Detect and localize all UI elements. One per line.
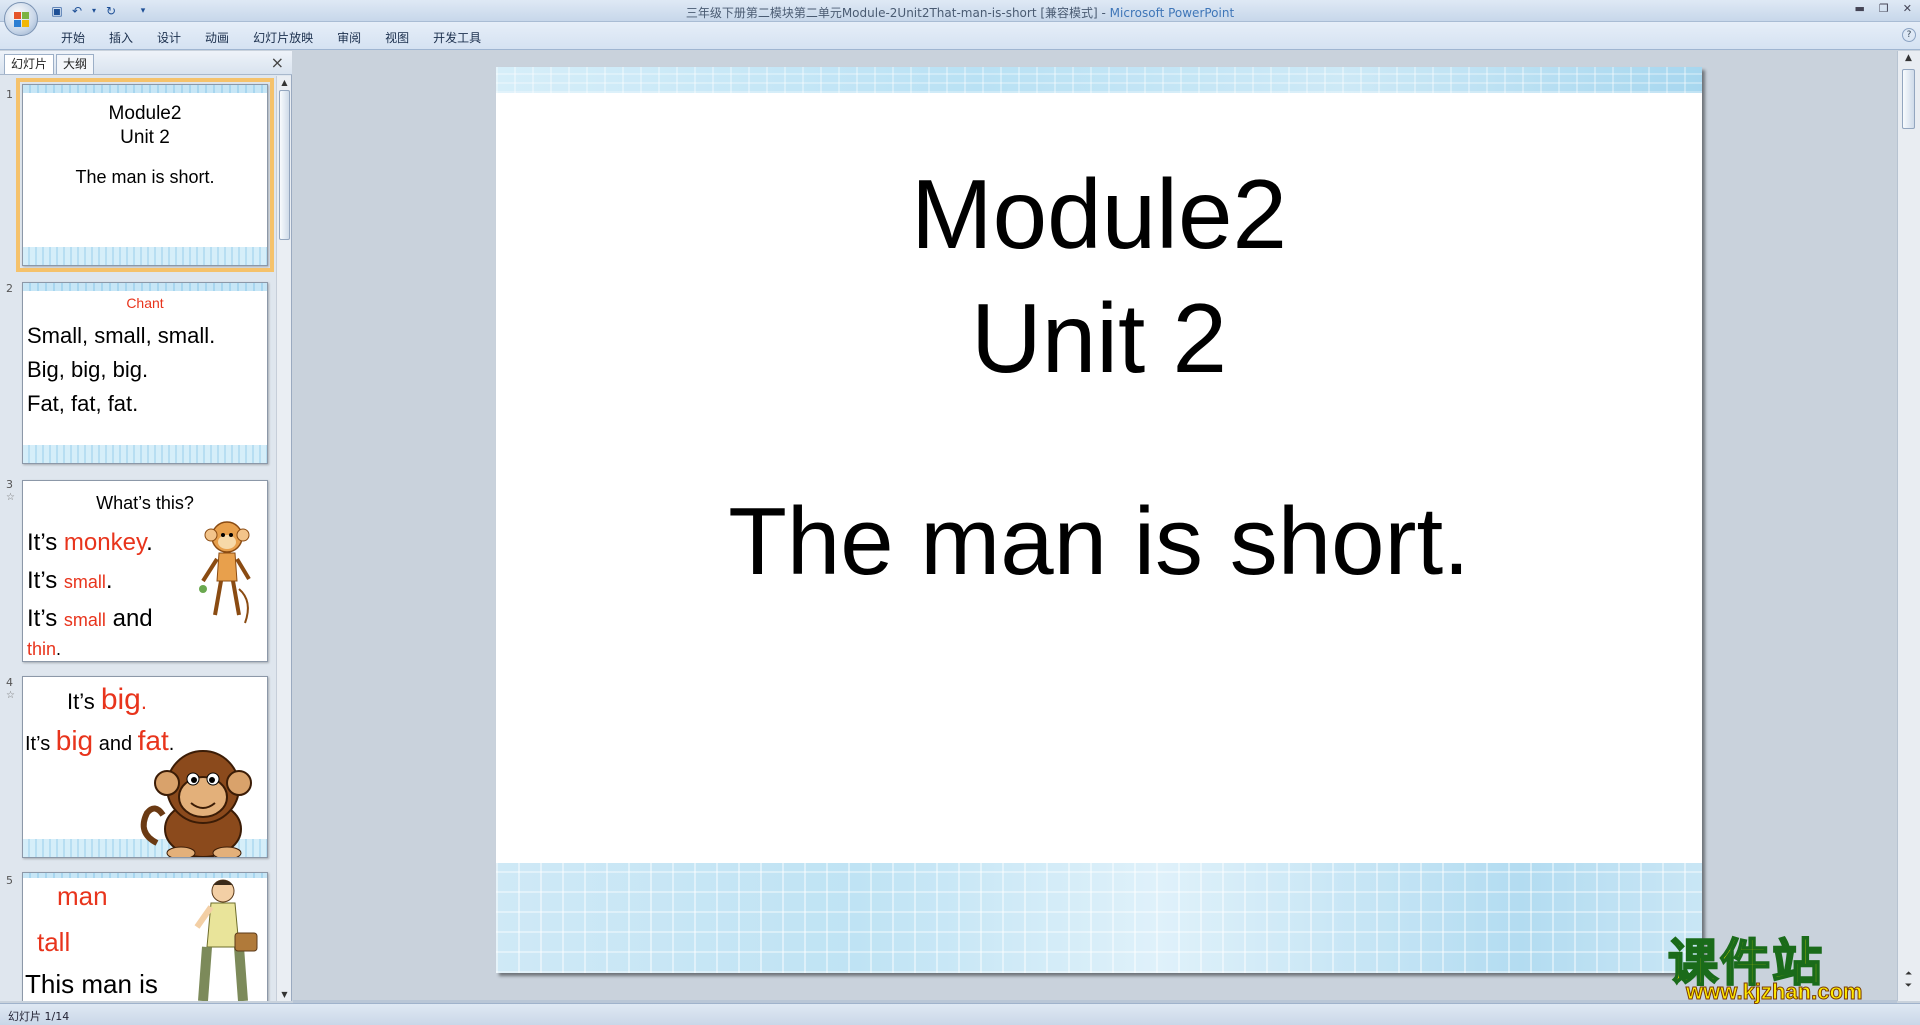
text: It’s: [27, 529, 64, 556]
thumb-footer-band: [23, 445, 267, 463]
text: .: [105, 567, 113, 594]
tab-slides[interactable]: 幻灯片: [4, 54, 55, 74]
tab-view[interactable]: 视图: [374, 29, 422, 46]
watermark-url: www.kjzhan.com: [1685, 979, 1863, 1005]
thumb-footer-band: [23, 247, 267, 265]
thumb-header-band: [23, 283, 267, 291]
slide-number: 3: [6, 478, 13, 491]
document-name: 三年级下册第二模块第二单元Module-2Unit2That-man-is-sh…: [685, 6, 1110, 20]
thumb-line-1: It’s monkey.: [27, 529, 153, 557]
thumb-line-1: It’s big.: [67, 683, 147, 717]
minimize-icon[interactable]: ▬: [1855, 2, 1865, 15]
app-name: Microsoft PowerPoint: [1109, 6, 1235, 20]
slide-header-band: [496, 67, 1702, 93]
text: .: [146, 529, 153, 556]
monkey-illustration: [199, 521, 251, 624]
thumb-title-line-1: Module2: [108, 103, 182, 124]
keyword: small: [63, 610, 106, 630]
tab-home[interactable]: 开始: [50, 29, 98, 46]
slides-panel: 幻灯片 大纲 × 1 Module2 Unit 2 The man is sho…: [0, 51, 292, 1001]
man-illustration: [194, 879, 258, 1001]
thumb-line-3: It’s small and: [27, 605, 153, 633]
current-slide[interactable]: Module2 Unit 2 The man is short.: [496, 67, 1702, 973]
thumb-word-1: man: [57, 881, 108, 911]
panel-scrollbar[interactable]: ▲ ▼: [276, 76, 291, 1001]
slide-thumbnail-3[interactable]: What’s this? It’s monkey. It’s small. It…: [22, 480, 268, 662]
scroll-thumb[interactable]: [1902, 69, 1915, 129]
slide-title-line-2[interactable]: Unit 2: [496, 283, 1702, 393]
slide-subtitle[interactable]: The man is short.: [496, 487, 1702, 597]
text: .: [56, 639, 62, 659]
text: .: [140, 689, 147, 714]
keyword: big: [100, 683, 141, 716]
text: It’s: [67, 689, 101, 714]
slide-thumbnail-1[interactable]: Module2 Unit 2 The man is short.: [16, 78, 274, 272]
keyword: monkey: [63, 529, 147, 556]
keyword: thin: [27, 639, 57, 659]
monkey-cartoon-illustration: [140, 750, 252, 857]
office-button[interactable]: [4, 2, 38, 36]
slide-number: 2: [6, 282, 13, 295]
office-logo-icon: [14, 12, 29, 27]
tab-outline[interactable]: 大纲: [56, 54, 95, 74]
tab-slideshow[interactable]: 幻灯片放映: [242, 29, 326, 46]
tab-review[interactable]: 审阅: [326, 29, 374, 46]
slide-thumbnail-4[interactable]: It’s big. It’s big and fat.: [22, 676, 268, 858]
text: and: [105, 605, 153, 632]
thumb-line-2: Big, big, big.: [27, 357, 149, 382]
animation-star-icon: ☆: [6, 492, 15, 503]
thumb-line-2: It’s small.: [27, 567, 113, 595]
close-window-icon[interactable]: ✕: [1903, 2, 1912, 15]
window-title: 三年级下册第二模块第二单元Module-2Unit2That-man-is-sh…: [0, 4, 1920, 21]
ribbon-tab-list: 开始 插入 设计 动画 幻灯片放映 审阅 视图 开发工具: [50, 29, 494, 46]
restore-icon[interactable]: ❐: [1879, 2, 1889, 15]
keyword: small: [63, 572, 106, 592]
thumb-line-3: This man is: [25, 969, 158, 999]
scroll-up-icon[interactable]: ▲: [1901, 53, 1916, 64]
slide-thumbnail-2[interactable]: Chant Small, small, small. Big, big, big…: [22, 282, 268, 464]
animation-star-icon: ☆: [6, 690, 15, 701]
panel-tabs: 幻灯片 大纲 ×: [0, 51, 292, 75]
scroll-thumb[interactable]: [279, 90, 290, 240]
slide-number: 5: [6, 874, 13, 887]
slide-counter: 幻灯片 1/14: [8, 1010, 70, 1023]
thumb-title-line-2: Unit 2: [120, 127, 170, 148]
thumb-subtitle: The man is short.: [75, 167, 215, 187]
scroll-up-icon[interactable]: ▲: [279, 77, 290, 88]
slide-number: 1: [6, 88, 13, 101]
keyword: big: [55, 725, 94, 756]
tab-design[interactable]: 设计: [146, 29, 194, 46]
text: It’s: [25, 733, 56, 755]
slide-thumbnail-5[interactable]: man tall This man is: [22, 872, 268, 1001]
thumb-word-2: tall: [37, 927, 71, 957]
thumbnail-list: 1 Module2 Unit 2 The man is short. 2 Cha…: [0, 76, 276, 1001]
help-icon[interactable]: ?: [1902, 28, 1916, 42]
slide-footer-band: [496, 863, 1702, 973]
thumb-line-4: thin.: [27, 639, 61, 660]
title-bar: ▣ ↶ ▾ ↻ ▾ 三年级下册第二模块第二单元Module-2Unit2That…: [0, 0, 1920, 22]
thumb-line-1: Small, small, small.: [27, 323, 216, 348]
ribbon-tabs: 开始 插入 设计 动画 幻灯片放映 审阅 视图 开发工具 ?: [0, 22, 1920, 50]
close-icon[interactable]: ×: [271, 53, 284, 72]
site-watermark-logo: 课件站 www.kjzhan.com: [1667, 923, 1904, 1005]
slide-number: 4: [6, 676, 13, 689]
text: and: [93, 733, 138, 755]
tab-insert[interactable]: 插入: [98, 29, 146, 46]
thumb-question: What’s this?: [96, 493, 194, 513]
tab-animations[interactable]: 动画: [194, 29, 242, 46]
thumb-line-3: Fat, fat, fat.: [27, 391, 139, 416]
thumb-heading: Chant: [126, 295, 164, 311]
editor-scrollbar[interactable]: ▲ ⏶ ⏷: [1897, 51, 1920, 1001]
window-controls: ▬ ❐ ✕: [1855, 2, 1913, 15]
thumb-header-band: [23, 85, 267, 93]
status-bar: 幻灯片 1/14: [0, 1003, 1920, 1025]
text: It’s: [27, 567, 64, 594]
text: It’s: [27, 605, 64, 632]
powerpoint-window: ▣ ↶ ▾ ↻ ▾ 三年级下册第二模块第二单元Module-2Unit2That…: [0, 0, 1920, 1025]
slide-title-line-1[interactable]: Module2: [496, 159, 1702, 269]
scroll-down-icon[interactable]: ▼: [279, 989, 290, 1000]
tab-developer[interactable]: 开发工具: [422, 29, 494, 46]
